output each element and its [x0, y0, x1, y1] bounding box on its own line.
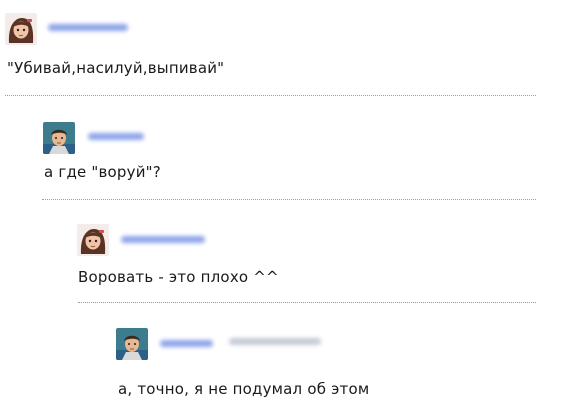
comment-text: а, точно, я не подумал об этом [118, 380, 370, 398]
username[interactable] [88, 133, 144, 140]
username[interactable] [48, 24, 128, 31]
user-avatar[interactable] [43, 122, 75, 154]
user-avatar[interactable] [5, 13, 37, 45]
user-avatar[interactable] [77, 224, 109, 256]
reply-to-username[interactable] [229, 338, 321, 345]
man-avatar-icon [116, 328, 148, 360]
man-avatar-icon [43, 122, 75, 154]
username[interactable] [160, 340, 213, 347]
user-avatar[interactable] [116, 328, 148, 360]
comment-separator [42, 199, 536, 200]
girl-avatar-icon [77, 224, 109, 256]
comment-text: а где "воруй"? [44, 163, 161, 181]
comment-text: "Убивай,насилуй,выпивай" [7, 59, 225, 77]
comment-separator [5, 95, 536, 96]
comment-text: Воровать - это плохо ^^ [78, 268, 279, 286]
username[interactable] [121, 236, 205, 243]
comment-separator [78, 302, 536, 303]
girl-avatar-icon [5, 13, 37, 45]
